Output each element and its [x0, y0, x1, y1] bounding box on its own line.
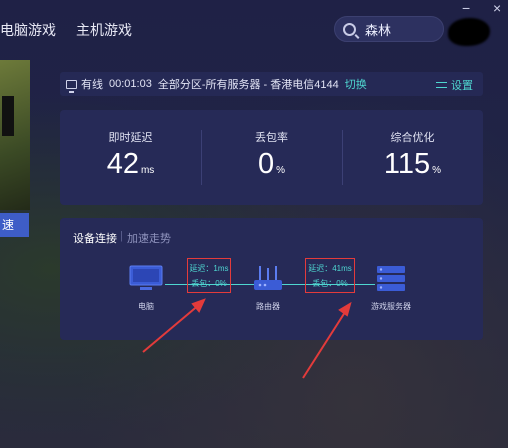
- link-stats-router-server: 延迟：41ms 丢包：0%: [305, 258, 355, 293]
- stat-value: 42 ms: [106, 148, 155, 180]
- search-icon: [343, 22, 356, 36]
- switch-server-link[interactable]: 切换: [345, 76, 367, 92]
- stat-optimization: 综合优化 115%: [342, 110, 483, 205]
- minimize-icon[interactable]: −: [462, 0, 470, 16]
- tab-console-games[interactable]: 主机游戏: [76, 20, 132, 40]
- top-bar: 电脑游戏 主机游戏 森林 − ×: [0, 0, 508, 56]
- connection-type: 有线: [81, 79, 103, 91]
- game-cover-art: [0, 60, 30, 210]
- elapsed-time: 00:01:03: [109, 78, 152, 90]
- stat-label: 即时延迟: [108, 132, 153, 144]
- network-icon: [66, 79, 77, 93]
- stat-packet-loss: 丢包率 0%: [201, 110, 342, 205]
- tab-separator: |: [120, 230, 123, 242]
- link-loss: 丢包：0%: [191, 279, 227, 288]
- device-router: 路由器: [252, 264, 284, 312]
- link-latency: 延迟：41ms: [308, 264, 352, 273]
- settings-button[interactable]: 设置: [436, 77, 473, 93]
- link-stats-pc-router: 延迟：1ms 丢包：0%: [187, 258, 231, 293]
- device-game-server: 游戏服务器: [368, 264, 414, 312]
- router-icon: [254, 266, 282, 290]
- stats-panel: 即时延迟 42 ms 丢包率 0% 综合优化 115%: [60, 110, 483, 205]
- stat-label: 综合优化: [390, 132, 435, 144]
- search-input[interactable]: 森林: [365, 20, 391, 39]
- tab-device-connection[interactable]: 设备连接: [73, 230, 117, 246]
- stat-value: 0%: [257, 148, 286, 180]
- device-label: 电脑: [138, 302, 154, 311]
- settings-label: 设置: [451, 80, 473, 92]
- accelerate-button[interactable]: 速: [0, 213, 29, 237]
- device-panel: 设备连接 | 加速走势 电脑 延迟：1ms 丢包：0% 路由器 延迟：41ms …: [60, 218, 483, 340]
- server-icon: [377, 266, 405, 291]
- server-name: 全部分区-所有服务器 - 香港电信4144: [157, 79, 339, 91]
- stat-value: 115%: [383, 148, 442, 180]
- stat-latency: 即时延迟 42 ms: [60, 110, 201, 205]
- search-box[interactable]: 森林: [334, 16, 444, 42]
- cover-art-figure: [2, 96, 14, 136]
- monitor-icon: [129, 265, 163, 290]
- tab-acceleration-trend[interactable]: 加速走势: [127, 230, 171, 246]
- device-label: 路由器: [256, 302, 280, 311]
- close-icon[interactable]: ×: [493, 0, 501, 16]
- stat-label: 丢包率: [255, 132, 288, 144]
- settings-icon: [436, 81, 447, 90]
- avatar[interactable]: [448, 18, 490, 46]
- device-label: 游戏服务器: [371, 302, 411, 311]
- connection-status-bar: 有线 00:01:03 全部分区-所有服务器 - 香港电信4144 切换 设置: [60, 72, 483, 96]
- tab-pc-games[interactable]: 电脑游戏: [0, 20, 56, 40]
- device-pc: 电脑: [128, 264, 164, 312]
- link-latency: 延迟：1ms: [189, 264, 229, 273]
- link-loss: 丢包：0%: [312, 279, 348, 288]
